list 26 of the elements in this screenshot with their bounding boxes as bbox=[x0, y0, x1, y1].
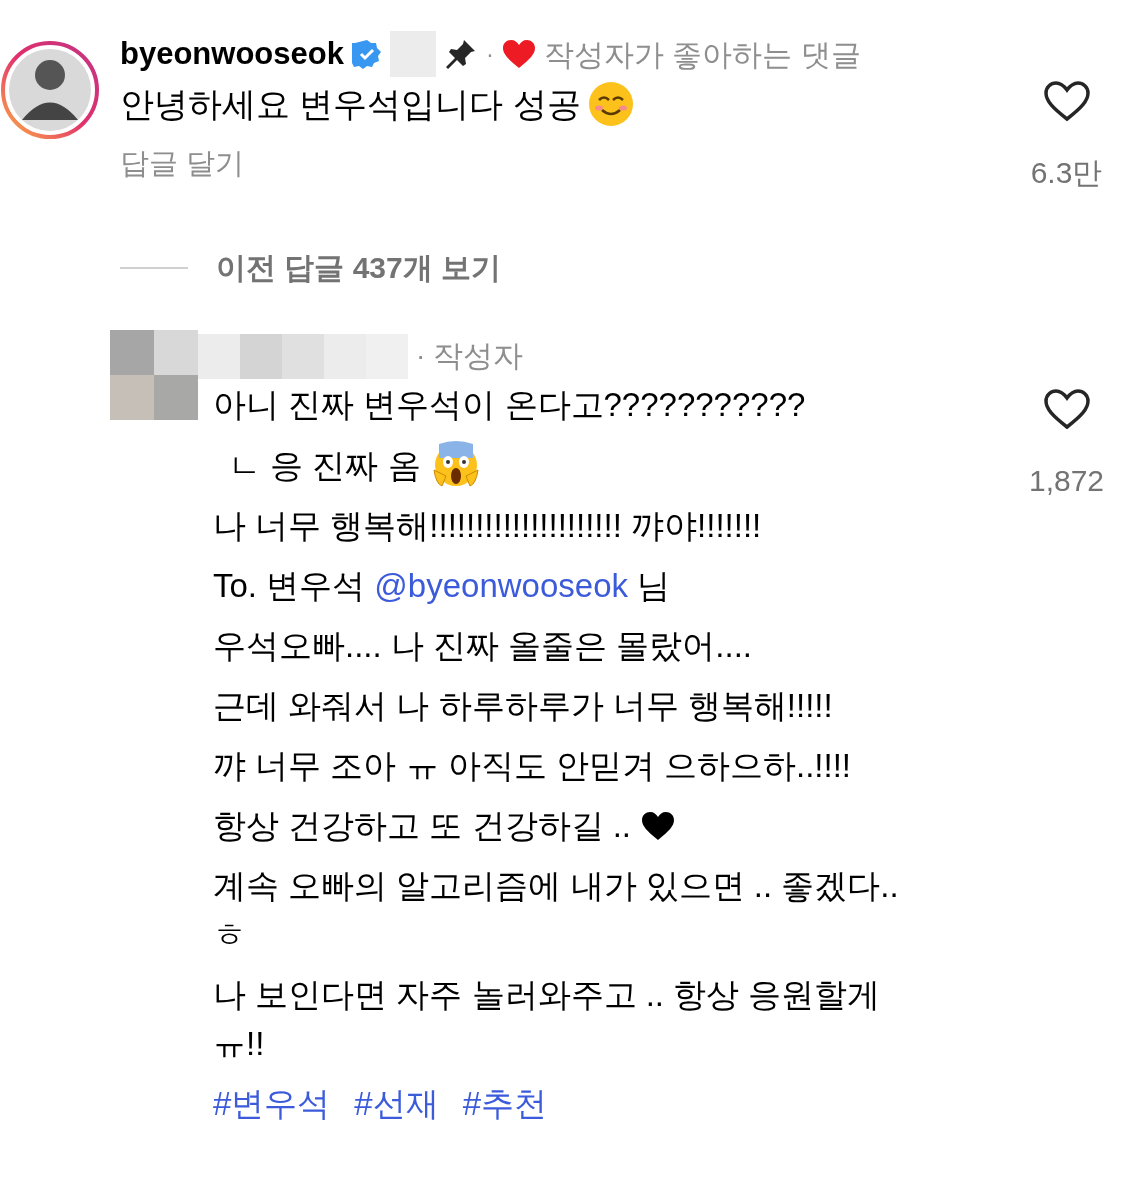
comment-line: 계속 오빠의 알고리즘에 내가 있으면 .. 좋겠다..ㅎ bbox=[213, 866, 900, 955]
comment-line: 근데 와줘서 나 하루하루가 너무 행복해!!!!! bbox=[213, 686, 833, 726]
hashtag-link[interactable]: #변우석 bbox=[213, 1079, 331, 1128]
like-count: 1,872 bbox=[1028, 463, 1105, 499]
mention-link[interactable]: @byeonwooseok bbox=[374, 567, 628, 604]
like-icon[interactable] bbox=[1042, 388, 1091, 430]
view-replies-link[interactable]: 이전 답글 437개 보기 bbox=[216, 245, 502, 290]
username[interactable]: byeonwooseok bbox=[120, 30, 344, 78]
comment-line: To. 변우석 @byeonwooseok 님 bbox=[213, 566, 671, 606]
comment-line: 우석오빠.... 나 진짜 올줄은 몰랐어.... bbox=[213, 626, 753, 666]
hashtag-link[interactable]: #추천 bbox=[462, 1079, 548, 1128]
comment-line: 아니 진짜 변우석이 온다고??????????? bbox=[213, 385, 806, 425]
hashtag-link[interactable]: #선재 bbox=[354, 1079, 439, 1128]
comment-line: 나 너무 행복해!!!!!!!!!!!!!!!!!!!!! 꺄야!!!!!!! bbox=[213, 506, 762, 546]
like-icon[interactable] bbox=[1042, 80, 1091, 122]
comment-line: 꺄 너무 조아 ㅠ 아직도 안믿겨 으하으하..!!!! bbox=[213, 746, 852, 786]
reply-link[interactable]: 답글 달기 bbox=[120, 142, 1019, 186]
comment-text: 안녕하세요 변우석입니다 성공 bbox=[120, 84, 581, 125]
comment-line: 항상 건강하고 또 건강하길 .. bbox=[213, 806, 631, 846]
author-label: 작성자 bbox=[433, 338, 524, 374]
separator-dot: · bbox=[416, 339, 426, 373]
comment-line: 나 보인다면 자주 놀러와주고 .. 항상 응원할게 ㅠ!! bbox=[213, 975, 882, 1064]
like-count: 6.3만 bbox=[1030, 155, 1103, 191]
comment-line: ㄴ 응 진짜 옴 bbox=[228, 445, 421, 486]
liked-by-author-label: 작성자가 좋아하는 댓글 bbox=[543, 36, 861, 73]
separator-dot: · bbox=[485, 39, 494, 70]
